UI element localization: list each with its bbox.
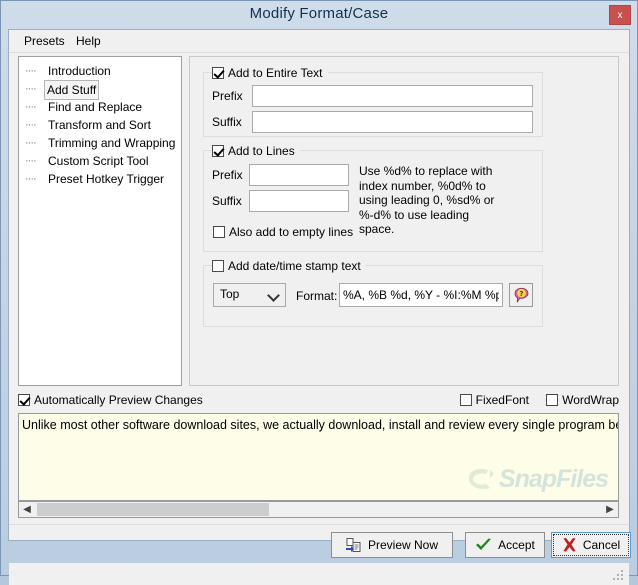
preview-options-bar: Automatically Preview Changes FixedFont … [18,393,619,411]
snapfiles-watermark: SnapFiles [466,465,609,494]
preview-hscrollbar[interactable]: ◀ ▶ [18,501,619,518]
sidebar-item-transform-and-sort[interactable]: ···· Transform and Sort [19,116,181,134]
checkbox-box [213,226,225,238]
red-x-icon [563,538,576,552]
checkbox-box [459,394,472,406]
sidebar-item-custom-script-tool[interactable]: ···· Custom Script Tool [19,152,181,170]
dialog-window: Modify Format/Case x Presets Help ···· I… [0,0,638,585]
entire-prefix-label: Prefix [212,89,243,103]
add-to-entire-text-label: Add to Entire Text [228,66,323,80]
category-tree[interactable]: ···· Introduction ···· Add Stuff ···· Fi… [18,56,182,386]
svg-text:?: ? [519,290,523,298]
close-button[interactable]: x [609,5,631,25]
sidebar-item-find-and-replace[interactable]: ···· Find and Replace [19,98,181,116]
tree-branch-icon: ···· [25,155,37,167]
dialog-button-bar: Preview Now Accept Cancel [9,524,631,563]
word-wrap-label: WordWrap [562,393,619,407]
snapfiles-logo-icon [468,468,494,489]
tree-branch-icon: ···· [25,65,37,77]
accept-label: Accept [498,538,535,552]
preview-now-button[interactable]: Preview Now [331,532,453,558]
tree-branch-icon: ···· [25,83,37,95]
preview-textarea[interactable]: Unlike most other software download site… [18,413,619,501]
also-add-to-empty-lines-checkbox[interactable]: Also add to empty lines [213,225,353,239]
add-to-lines-group: Add to Lines Prefix Suffix Use %d% to re… [203,143,543,252]
resize-grip[interactable] [613,570,625,582]
auto-preview-label: Automatically Preview Changes [34,393,203,407]
add-to-lines-checkbox[interactable]: Add to Lines [212,143,300,159]
sidebar-item-label: Preset Hotkey Trigger [48,172,165,186]
datetime-position-value: Top [220,287,240,301]
scroll-left-button[interactable]: ◀ [19,502,35,517]
sidebar-item-preset-hotkey-trigger[interactable]: ···· Preset Hotkey Trigger [19,170,181,188]
datetime-position-select[interactable]: Top [213,283,286,307]
add-to-entire-text-checkbox[interactable]: Add to Entire Text [212,65,328,81]
add-datetime-stamp-checkbox[interactable]: Add date/time stamp text [212,258,366,274]
sidebar-item-label: Transform and Sort [48,118,151,132]
tree-branch-icon: ···· [25,173,37,185]
lines-suffix-label: Suffix [212,194,242,208]
sidebar-item-label: Find and Replace [48,100,143,114]
datetime-format-help-button[interactable]: ? [509,283,533,307]
sidebar-item-label: Custom Script Tool [48,154,149,168]
also-add-to-empty-lines-label: Also add to empty lines [229,225,354,239]
status-strip [9,563,629,585]
entire-suffix-label: Suffix [212,115,242,129]
tree-branch-icon: ···· [25,137,37,149]
auto-preview-checkbox[interactable]: Automatically Preview Changes [18,393,203,407]
checkbox-box [18,394,30,406]
word-wrap-checkbox[interactable]: WordWrap [546,393,619,407]
sidebar-item-label: Introduction [48,64,111,78]
checkbox-box [546,394,559,406]
format-label: Format: [296,289,338,303]
index-token-hint: Use %d% to replace with index number, %0… [359,164,495,236]
copy-to-document-icon [345,537,361,552]
options-panel: Add to Entire Text Prefix Suffix Add to … [189,56,619,386]
tree-branch-icon: ···· [25,119,37,131]
add-to-lines-label: Add to Lines [228,144,295,158]
checkbox-box [212,145,224,157]
scroll-right-button[interactable]: ▶ [602,502,618,517]
fixed-font-label: FixedFont [475,393,529,407]
menu-bar: Presets Help [9,30,629,53]
scrollbar-thumb[interactable] [37,503,269,516]
preview-now-label: Preview Now [367,538,439,552]
add-datetime-stamp-label: Add date/time stamp text [228,259,361,273]
accept-button[interactable]: Accept [465,532,545,558]
entire-suffix-input[interactable] [252,111,533,133]
checkbox-box [212,67,224,79]
lines-suffix-input[interactable] [249,190,349,212]
window-title: Modify Format/Case [249,5,389,22]
cancel-button[interactable]: Cancel [551,532,631,558]
menu-help[interactable]: Help [69,33,108,49]
lines-prefix-label: Prefix [212,168,243,182]
dialog-client-area: Presets Help ···· Introduction ···· Add … [8,29,631,585]
help-bubble-icon: ? [514,287,528,303]
sidebar-item-label: Trimming and Wrapping [48,136,176,150]
datetime-format-input[interactable] [339,283,503,307]
sidebar-item-introduction[interactable]: ···· Introduction [19,62,181,80]
add-to-entire-text-group: Add to Entire Text Prefix Suffix [203,65,543,137]
green-check-icon [476,538,492,550]
title-bar: Modify Format/Case x [1,1,637,29]
entire-prefix-input[interactable] [252,85,533,107]
menu-presets[interactable]: Presets [17,33,72,49]
watermark-text: SnapFiles [498,465,609,493]
chevron-down-icon [267,289,280,302]
sidebar-item-label: Add Stuff [44,80,100,100]
sidebar-item-add-stuff[interactable]: ···· Add Stuff [19,80,181,100]
preview-text: Unlike most other software download site… [22,418,618,432]
cancel-label: Cancel [582,538,621,552]
fixed-font-checkbox[interactable]: FixedFont [459,393,529,407]
add-datetime-stamp-group: Add date/time stamp text Top Format: ? [203,258,543,327]
lines-prefix-input[interactable] [249,164,349,186]
sidebar-item-trimming-and-wrapping[interactable]: ···· Trimming and Wrapping [19,134,181,152]
tree-branch-icon: ···· [25,101,37,113]
checkbox-box [212,260,224,272]
